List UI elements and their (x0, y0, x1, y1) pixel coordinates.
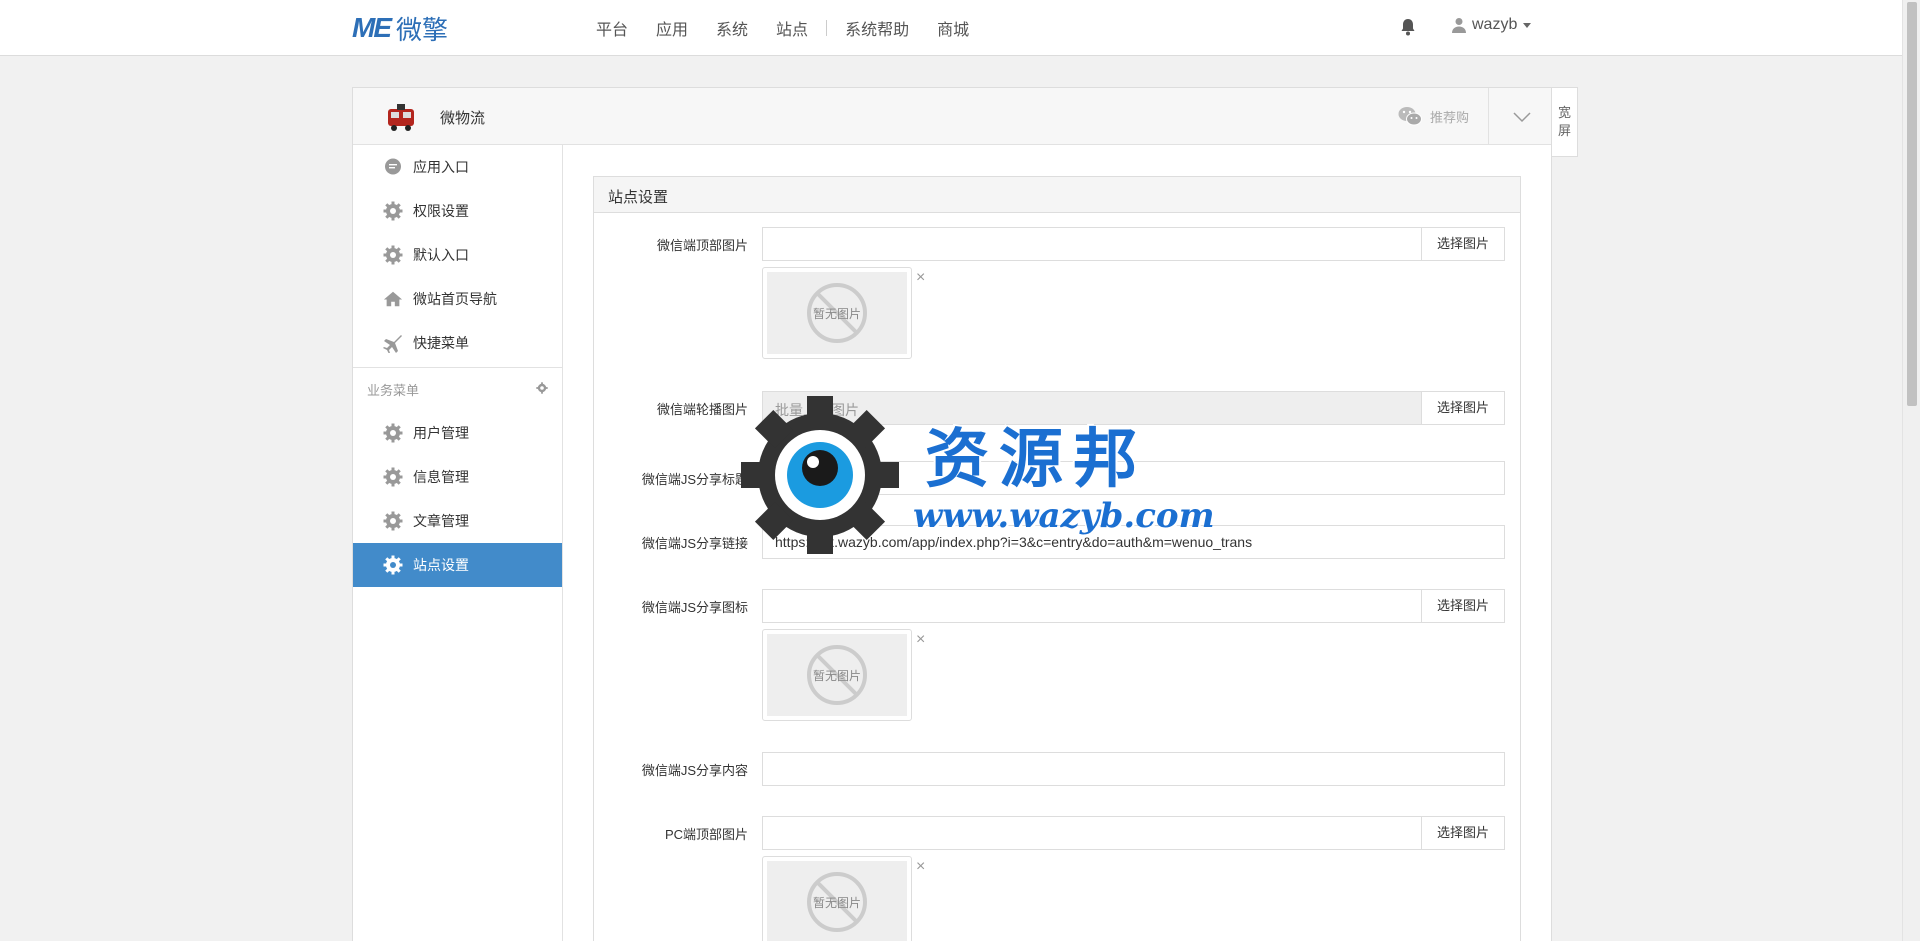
image-preview: 暂无图片 (762, 856, 912, 941)
wechat-icon (1398, 107, 1422, 126)
field-label: PC端顶部图片 (664, 827, 748, 842)
image-preview: 暂无图片 (762, 629, 912, 721)
sidebar-item-label: 快捷菜单 (413, 335, 469, 351)
share-title-input[interactable] (762, 461, 1505, 495)
nav-item-store[interactable]: 商城 (923, 16, 983, 40)
gear-icon (383, 245, 403, 265)
username: wazyb (1472, 16, 1518, 33)
remove-image-icon[interactable]: × (916, 269, 925, 287)
plane-icon (383, 333, 403, 353)
remove-image-icon[interactable]: × (916, 858, 925, 876)
sidebar-item-label: 微站首页导航 (413, 291, 497, 307)
sidebar: 应用入口 权限设置 默认入口 微站首页导航 快捷菜单 业务菜单 用户管理 信息管… (353, 145, 563, 941)
bell-icon[interactable] (1400, 18, 1418, 38)
app-name: 微物流 (440, 110, 486, 127)
sidebar-item-site-settings[interactable]: 站点设置 (353, 543, 562, 587)
sidebar-item-default-entry[interactable]: 默认入口 (353, 233, 562, 277)
panel-title: 站点设置 (594, 177, 1520, 213)
sidebar-item-info-management[interactable]: 信息管理 (353, 455, 562, 499)
nav-item-system[interactable]: 系统 (702, 16, 762, 40)
main-nav: 平台 应用 系统 站点 系统帮助 商城 (582, 0, 983, 56)
wechat-top-image-input[interactable] (762, 227, 1422, 261)
user-icon (1452, 18, 1466, 33)
field-label: 微信端轮播图片 (656, 402, 748, 417)
page-scrollbar[interactable] (1902, 0, 1920, 941)
logo-text: 微擎 (396, 15, 449, 46)
select-image-button[interactable]: 选择图片 (1421, 589, 1505, 623)
sidebar-item-home-nav[interactable]: 微站首页导航 (353, 277, 562, 321)
sidebar-item-label: 默认入口 (413, 247, 469, 263)
wide-label-1: 宽 (1557, 105, 1571, 120)
wide-screen-toggle[interactable]: 宽 屏 (1552, 87, 1578, 157)
app-header: 微物流 推荐购 (353, 88, 1551, 145)
share-content-input[interactable] (762, 752, 1505, 786)
sidebar-group-header: 业务菜单 (353, 367, 562, 411)
remove-image-icon[interactable]: × (916, 631, 925, 649)
gear-icon (383, 201, 403, 221)
sidebar-item-label: 应用入口 (413, 159, 469, 175)
nav-divider (826, 20, 828, 36)
sidebar-item-label: 文章管理 (413, 513, 469, 529)
wide-label-2: 屏 (1557, 123, 1571, 138)
wechat-label: 推荐购 (1430, 109, 1470, 125)
logo-mark: ME (352, 12, 392, 43)
caret-down-icon (1523, 22, 1532, 28)
logo[interactable]: ME 微擎 (352, 12, 449, 46)
select-image-button[interactable]: 选择图片 (1421, 816, 1505, 850)
gear-icon (383, 555, 403, 575)
field-label: 微信端JS分享图标 (641, 600, 748, 615)
sidebar-item-label: 信息管理 (413, 469, 469, 485)
sidebar-item-label: 站点设置 (413, 557, 469, 573)
user-menu[interactable]: wazyb (1452, 16, 1532, 34)
wechat-recommend[interactable]: 推荐购 (1398, 106, 1469, 126)
sidebar-item-quick-menu[interactable]: 快捷菜单 (353, 321, 562, 365)
select-image-button[interactable]: 选择图片 (1421, 227, 1505, 261)
sidebar-item-permissions[interactable]: 权限设置 (353, 189, 562, 233)
header-divider (1488, 88, 1489, 145)
sidebar-item-user-management[interactable]: 用户管理 (353, 411, 562, 455)
gear-icon[interactable] (536, 382, 548, 397)
app-logo-image (385, 101, 417, 133)
gear-icon (383, 467, 403, 487)
nav-item-platform[interactable]: 平台 (582, 16, 642, 40)
no-image-text: 暂无图片 (812, 895, 861, 910)
nav-item-help[interactable]: 系统帮助 (831, 16, 923, 40)
nav-item-site[interactable]: 站点 (762, 16, 822, 40)
field-label: 微信端JS分享内容 (641, 763, 748, 778)
sidebar-item-article-management[interactable]: 文章管理 (353, 499, 562, 543)
sidebar-item-label: 权限设置 (413, 203, 469, 219)
gear-icon (383, 511, 403, 531)
nav-item-apps[interactable]: 应用 (642, 16, 702, 40)
no-image-text: 暂无图片 (812, 306, 861, 321)
scrollbar-thumb[interactable] (1907, 2, 1917, 406)
sidebar-item-app-entry[interactable]: 应用入口 (353, 145, 562, 189)
sidebar-group-label: 业务菜单 (367, 383, 420, 398)
wechat-carousel-input[interactable]: 批量上传图片 (762, 391, 1422, 425)
main-frame: 微物流 推荐购 应用入口 权限设置 默认入口 微站首页导航 快捷菜单 业务菜单 … (352, 87, 1552, 941)
select-image-button[interactable]: 选择图片 (1421, 391, 1505, 425)
no-image-text: 暂无图片 (812, 668, 861, 683)
top-navbar: ME 微擎 平台 应用 系统 站点 系统帮助 商城 wazyb (0, 0, 1902, 56)
field-label: 微信端JS分享标题 (641, 472, 748, 487)
chat-bubble-icon (383, 157, 403, 177)
gear-icon (383, 423, 403, 443)
settings-panel: 站点设置 微信端顶部图片 选择图片 暂无图片 × 微信端轮播图片 批量上传图片 … (593, 176, 1521, 941)
sidebar-item-label: 用户管理 (413, 425, 469, 441)
pc-top-image-input[interactable] (762, 816, 1422, 850)
home-icon (383, 289, 403, 309)
field-label: 微信端顶部图片 (656, 238, 748, 253)
field-label: 微信端JS分享链接 (641, 536, 748, 551)
chevron-down-icon[interactable] (1513, 110, 1531, 126)
share-link-input[interactable]: https://wx.wazyb.com/app/index.php?i=3&c… (762, 525, 1505, 559)
image-preview: 暂无图片 (762, 267, 912, 359)
share-icon-input[interactable] (762, 589, 1422, 623)
